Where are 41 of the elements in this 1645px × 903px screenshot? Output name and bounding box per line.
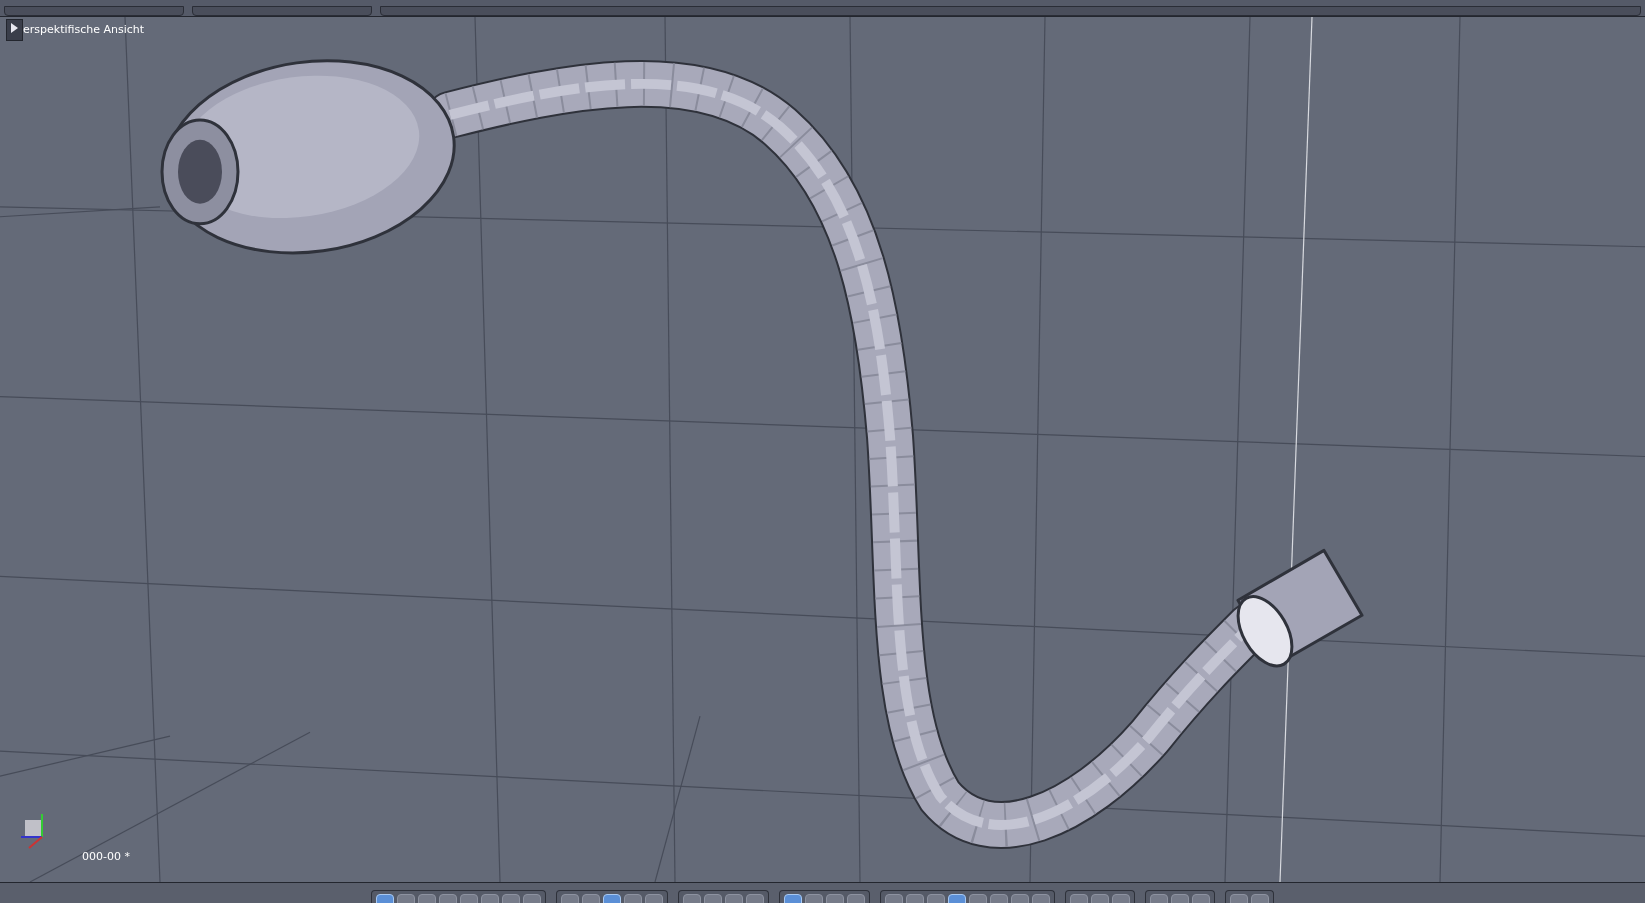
tool-button[interactable]	[439, 894, 457, 903]
tool-button[interactable]	[1171, 894, 1189, 903]
tool-button[interactable]	[826, 894, 844, 903]
tool-button[interactable]	[805, 894, 823, 903]
tool-button[interactable]	[746, 894, 764, 903]
tool-button[interactable]	[523, 894, 541, 903]
tool-button[interactable]	[1070, 894, 1088, 903]
tool-button[interactable]	[927, 894, 945, 903]
view-label: erspektifische Ansicht	[23, 22, 145, 38]
tool-button[interactable]	[948, 894, 966, 903]
tool-button[interactable]	[784, 894, 802, 903]
tool-button[interactable]	[1251, 894, 1269, 903]
tool-button[interactable]	[376, 894, 394, 903]
play-icon[interactable]	[6, 19, 23, 41]
tool-button[interactable]	[561, 894, 579, 903]
tool-button[interactable]	[624, 894, 642, 903]
tool-button[interactable]	[481, 894, 499, 903]
tool-button[interactable]	[1112, 894, 1130, 903]
tool-button[interactable]	[906, 894, 924, 903]
tool-button[interactable]	[582, 894, 600, 903]
tool-button[interactable]	[1192, 894, 1210, 903]
frame-label: 000-00 *	[82, 849, 130, 865]
tool-button[interactable]	[645, 894, 663, 903]
tool-button[interactable]	[704, 894, 722, 903]
tool-button[interactable]	[418, 894, 436, 903]
viewport[interactable]: erspektifische Ansicht 000-00 *	[0, 16, 1645, 883]
tool-button[interactable]	[502, 894, 520, 903]
tool-button[interactable]	[603, 894, 621, 903]
tool-button[interactable]	[460, 894, 478, 903]
tool-button[interactable]	[683, 894, 701, 903]
tool-button[interactable]	[1230, 894, 1248, 903]
tool-button[interactable]	[1150, 894, 1168, 903]
tool-button[interactable]	[885, 894, 903, 903]
tool-button[interactable]	[1032, 894, 1050, 903]
tool-button[interactable]	[969, 894, 987, 903]
tool-button[interactable]	[397, 894, 415, 903]
tool-button[interactable]	[990, 894, 1008, 903]
tool-button[interactable]	[725, 894, 743, 903]
tool-button[interactable]	[1011, 894, 1029, 903]
tool-button[interactable]	[1091, 894, 1109, 903]
tool-button[interactable]	[847, 894, 865, 903]
